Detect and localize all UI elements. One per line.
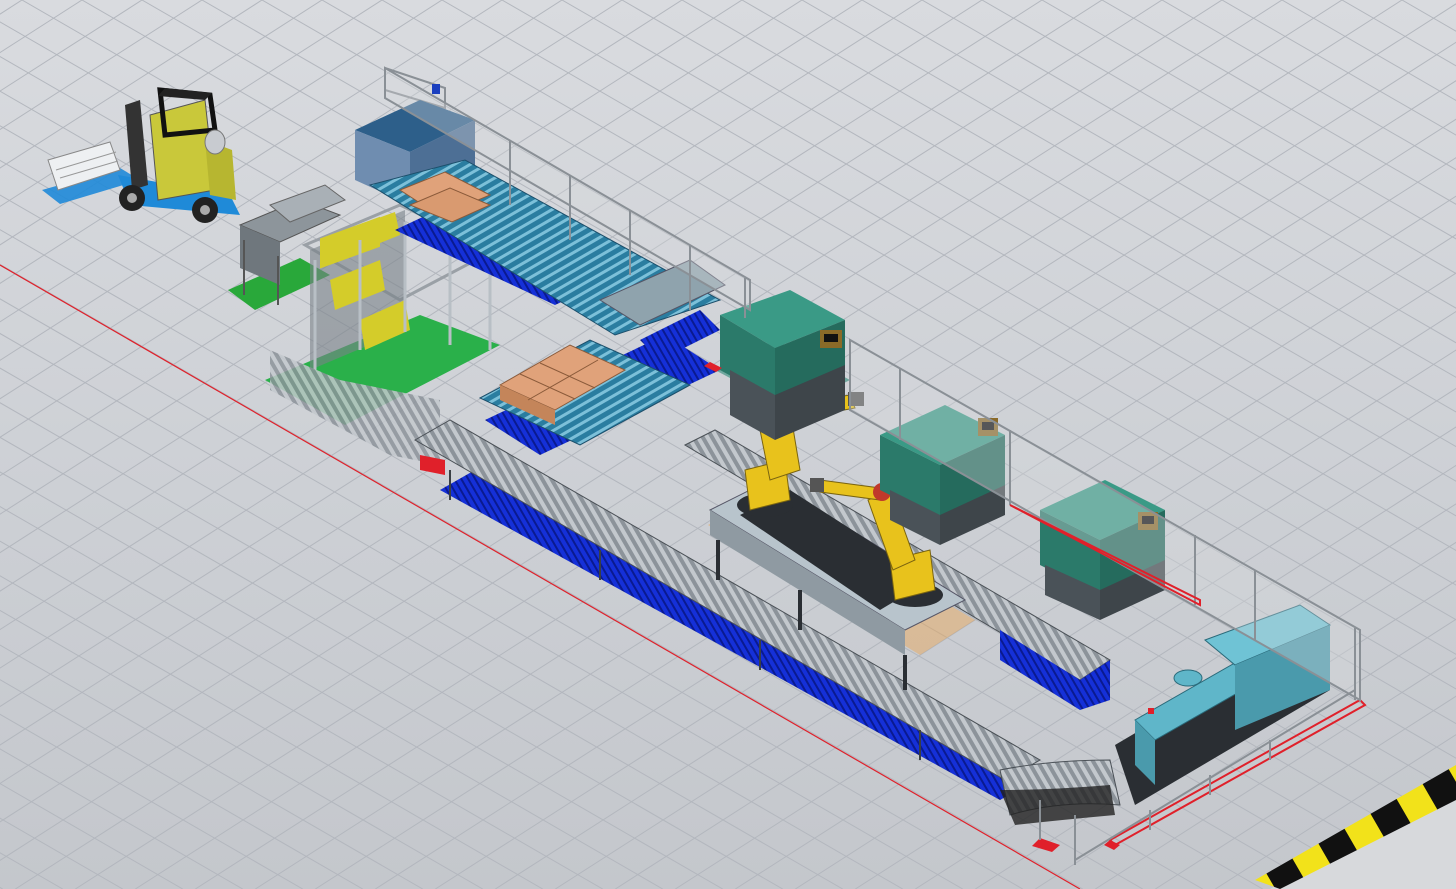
floor-hazard-stripe xyxy=(1255,765,1456,889)
curved-conveyor[interactable] xyxy=(999,759,1121,852)
factory-layout-scene[interactable] xyxy=(0,0,1456,889)
press-1[interactable] xyxy=(715,290,850,440)
forklift[interactable] xyxy=(42,87,240,223)
3d-viewport[interactable] xyxy=(0,0,1456,889)
